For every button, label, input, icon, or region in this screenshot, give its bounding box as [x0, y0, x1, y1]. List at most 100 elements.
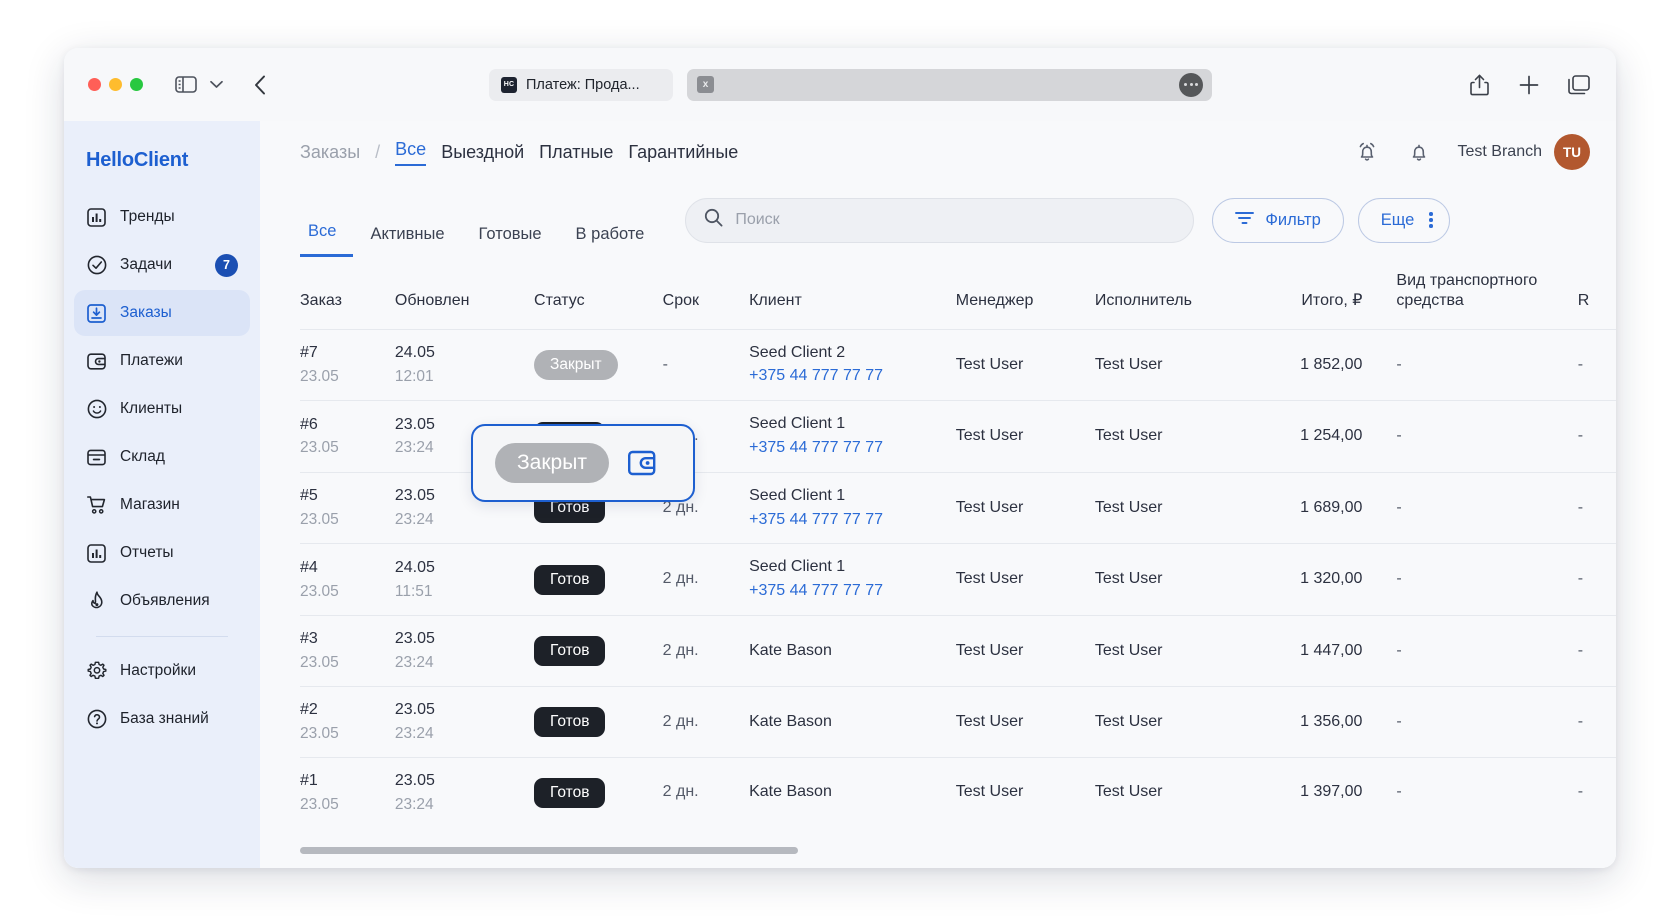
- client-cell: Seed Client 1 +375 44 777 77 77: [749, 543, 956, 616]
- minimize-window-button[interactable]: [109, 78, 122, 91]
- more-button[interactable]: Еще: [1357, 197, 1450, 243]
- table-row[interactable]: #1 23.05 23.05 23:24 Готов 2 дн. Kate Bason…: [300, 756, 1616, 828]
- cart-icon: [86, 495, 107, 516]
- executor-cell: Test User: [1094, 543, 1273, 616]
- col-header-total[interactable]: Итого, ₽: [1272, 257, 1396, 329]
- sidebar-item-reports[interactable]: Отчеты: [74, 530, 250, 576]
- table-row[interactable]: #2 23.05 23.05 23:24 Готов 2 дн. Kate Bason…: [300, 685, 1616, 758]
- manager-cell: Test User: [955, 328, 1095, 401]
- chevron-down-icon[interactable]: [208, 77, 224, 93]
- tab-all[interactable]: Все: [300, 222, 354, 257]
- cell: #7 23.05: [300, 328, 395, 401]
- highlight-popup[interactable]: Закрыт: [471, 424, 695, 502]
- col-header-status[interactable]: Статус: [534, 257, 663, 329]
- breadcrumb-link-all[interactable]: Все: [395, 139, 427, 166]
- browser-tab-group: HC Платеж: Прода... x: [489, 68, 1212, 101]
- highlight-status-chip[interactable]: Закрыт: [495, 443, 609, 483]
- filter-button[interactable]: Фильтр: [1212, 197, 1344, 243]
- tab-inprogress[interactable]: В работе: [559, 225, 662, 257]
- plus-icon[interactable]: [1518, 73, 1540, 97]
- vehicle-cell: -: [1396, 543, 1578, 616]
- brand-logo: HelloClient: [86, 149, 189, 171]
- sidebar-item-trends[interactable]: Тренды: [74, 194, 250, 240]
- sidebar-item-payments[interactable]: Платежи: [74, 338, 250, 384]
- client-phone[interactable]: +375 44 777 77 77: [749, 581, 946, 602]
- col-header-client[interactable]: Клиент: [749, 257, 956, 329]
- cell: #4 23.05: [300, 543, 395, 616]
- status-badge[interactable]: Готов: [534, 706, 606, 737]
- col-header-vehicle[interactable]: Вид транспортного средства: [1396, 257, 1577, 329]
- col-header-executor[interactable]: Исполнитель: [1095, 257, 1272, 329]
- status-badge[interactable]: Готов: [534, 564, 606, 595]
- search-box[interactable]: [685, 197, 1195, 243]
- col-header-updated[interactable]: Обновлен: [395, 257, 534, 329]
- sidebar-item-knowledge-base[interactable]: База знаний: [74, 696, 250, 742]
- address-bar[interactable]: x: [687, 68, 1212, 101]
- col-header-order[interactable]: Заказ: [300, 257, 395, 329]
- sidebar-item-announcements[interactable]: Объявления: [74, 578, 250, 624]
- filter-button-label: Фильтр: [1265, 210, 1321, 229]
- r-cell: -: [1577, 328, 1616, 401]
- table-row[interactable]: #7 23.05 24.05 12:01 Закрыт - Seed Client 2…: [300, 328, 1616, 401]
- avatar[interactable]: TU: [1554, 134, 1590, 170]
- breadcrumb-link-onsite[interactable]: Выездной: [441, 142, 524, 163]
- sidebar-item-label: Объявления: [120, 592, 210, 609]
- col-header-manager[interactable]: Менеджер: [956, 257, 1095, 329]
- sidebar-item-shop[interactable]: Магазин: [74, 482, 250, 528]
- orders-table-scroll[interactable]: Заказ Обновлен Статус Срок Клиент Менедж…: [260, 257, 1616, 868]
- close-icon[interactable]: x: [697, 76, 714, 93]
- sidebar-item-orders[interactable]: Заказы: [74, 290, 250, 336]
- sidebar-item-tasks[interactable]: Задачи 7: [74, 242, 250, 288]
- bell-ringing-icon[interactable]: [1354, 139, 1380, 165]
- tab-ready[interactable]: Готовые: [462, 225, 559, 257]
- client-phone[interactable]: +375 44 777 77 77: [749, 366, 946, 387]
- sidebar-item-label: Склад: [120, 448, 165, 465]
- share-icon[interactable]: [1468, 73, 1490, 97]
- browser-tab[interactable]: HC Платеж: Прода...: [489, 68, 673, 101]
- cell: #5 23.05: [300, 471, 395, 544]
- tabs-overview-icon[interactable]: [1568, 73, 1590, 97]
- term-cell: 2 дн.: [662, 756, 750, 828]
- table-row[interactable]: #3 23.05 23.05 23:24 Готов 2 дн. Kate Bason…: [300, 615, 1616, 687]
- sidebar-toggle-icon[interactable]: [173, 75, 198, 94]
- sidebar-item-settings[interactable]: Настройки: [74, 648, 250, 694]
- client-phone[interactable]: +375 44 777 77 77: [749, 438, 946, 459]
- horizontal-scrollbar[interactable]: [300, 847, 1508, 854]
- status-badge[interactable]: Готов: [534, 777, 606, 808]
- maximize-window-button[interactable]: [130, 78, 143, 91]
- more-dots-icon[interactable]: [1179, 72, 1203, 97]
- cell: #2 23.05: [300, 685, 395, 758]
- sidebar-item-clients[interactable]: Клиенты: [74, 386, 250, 432]
- executor-cell: Test User: [1094, 685, 1273, 758]
- more-button-label: Еще: [1380, 210, 1415, 229]
- status-badge[interactable]: Готов: [534, 636, 606, 666]
- branch-name[interactable]: Test Branch: [1458, 143, 1542, 161]
- close-window-button[interactable]: [88, 78, 101, 91]
- app-sidebar: HelloClient Тренды Задачи 7 Заказы Плате…: [64, 121, 260, 868]
- question-circle-icon: [86, 709, 107, 730]
- table-row[interactable]: #4 23.05 24.05 11:51 Готов 2 дн. Seed Clien…: [300, 543, 1616, 616]
- breadcrumb-link-warranty[interactable]: Гарантийные: [628, 142, 738, 163]
- col-header-term[interactable]: Срок: [663, 257, 749, 329]
- status-badge[interactable]: Закрыт: [534, 349, 618, 380]
- gear-icon: [86, 661, 107, 682]
- sidebar-item-warehouse[interactable]: Склад: [74, 434, 250, 480]
- r-cell: -: [1577, 685, 1616, 758]
- manager-cell: Test User: [955, 615, 1095, 687]
- breadcrumb-link-paid[interactable]: Платные: [539, 142, 613, 163]
- status-cell: Закрыт: [534, 328, 663, 401]
- check-circle-icon: [86, 255, 107, 276]
- client-phone[interactable]: +375 44 777 77 77: [749, 510, 946, 531]
- col-header-r[interactable]: R: [1578, 257, 1616, 329]
- vehicle-cell: -: [1396, 471, 1578, 544]
- bell-icon[interactable]: [1406, 139, 1432, 165]
- term-cell: 2 дн.: [662, 543, 750, 616]
- breadcrumb-root[interactable]: Заказы: [300, 142, 360, 163]
- search-input[interactable]: [735, 211, 1176, 229]
- back-arrow-icon[interactable]: [250, 74, 270, 96]
- r-cell: -: [1577, 756, 1616, 828]
- main-content: Заказы / Все Выездной Платные Гарантийны…: [260, 121, 1616, 868]
- tab-active[interactable]: Активные: [353, 225, 461, 257]
- orders-table: Заказ Обновлен Статус Срок Клиент Менедж…: [300, 257, 1616, 828]
- wallet-icon[interactable]: [627, 448, 657, 478]
